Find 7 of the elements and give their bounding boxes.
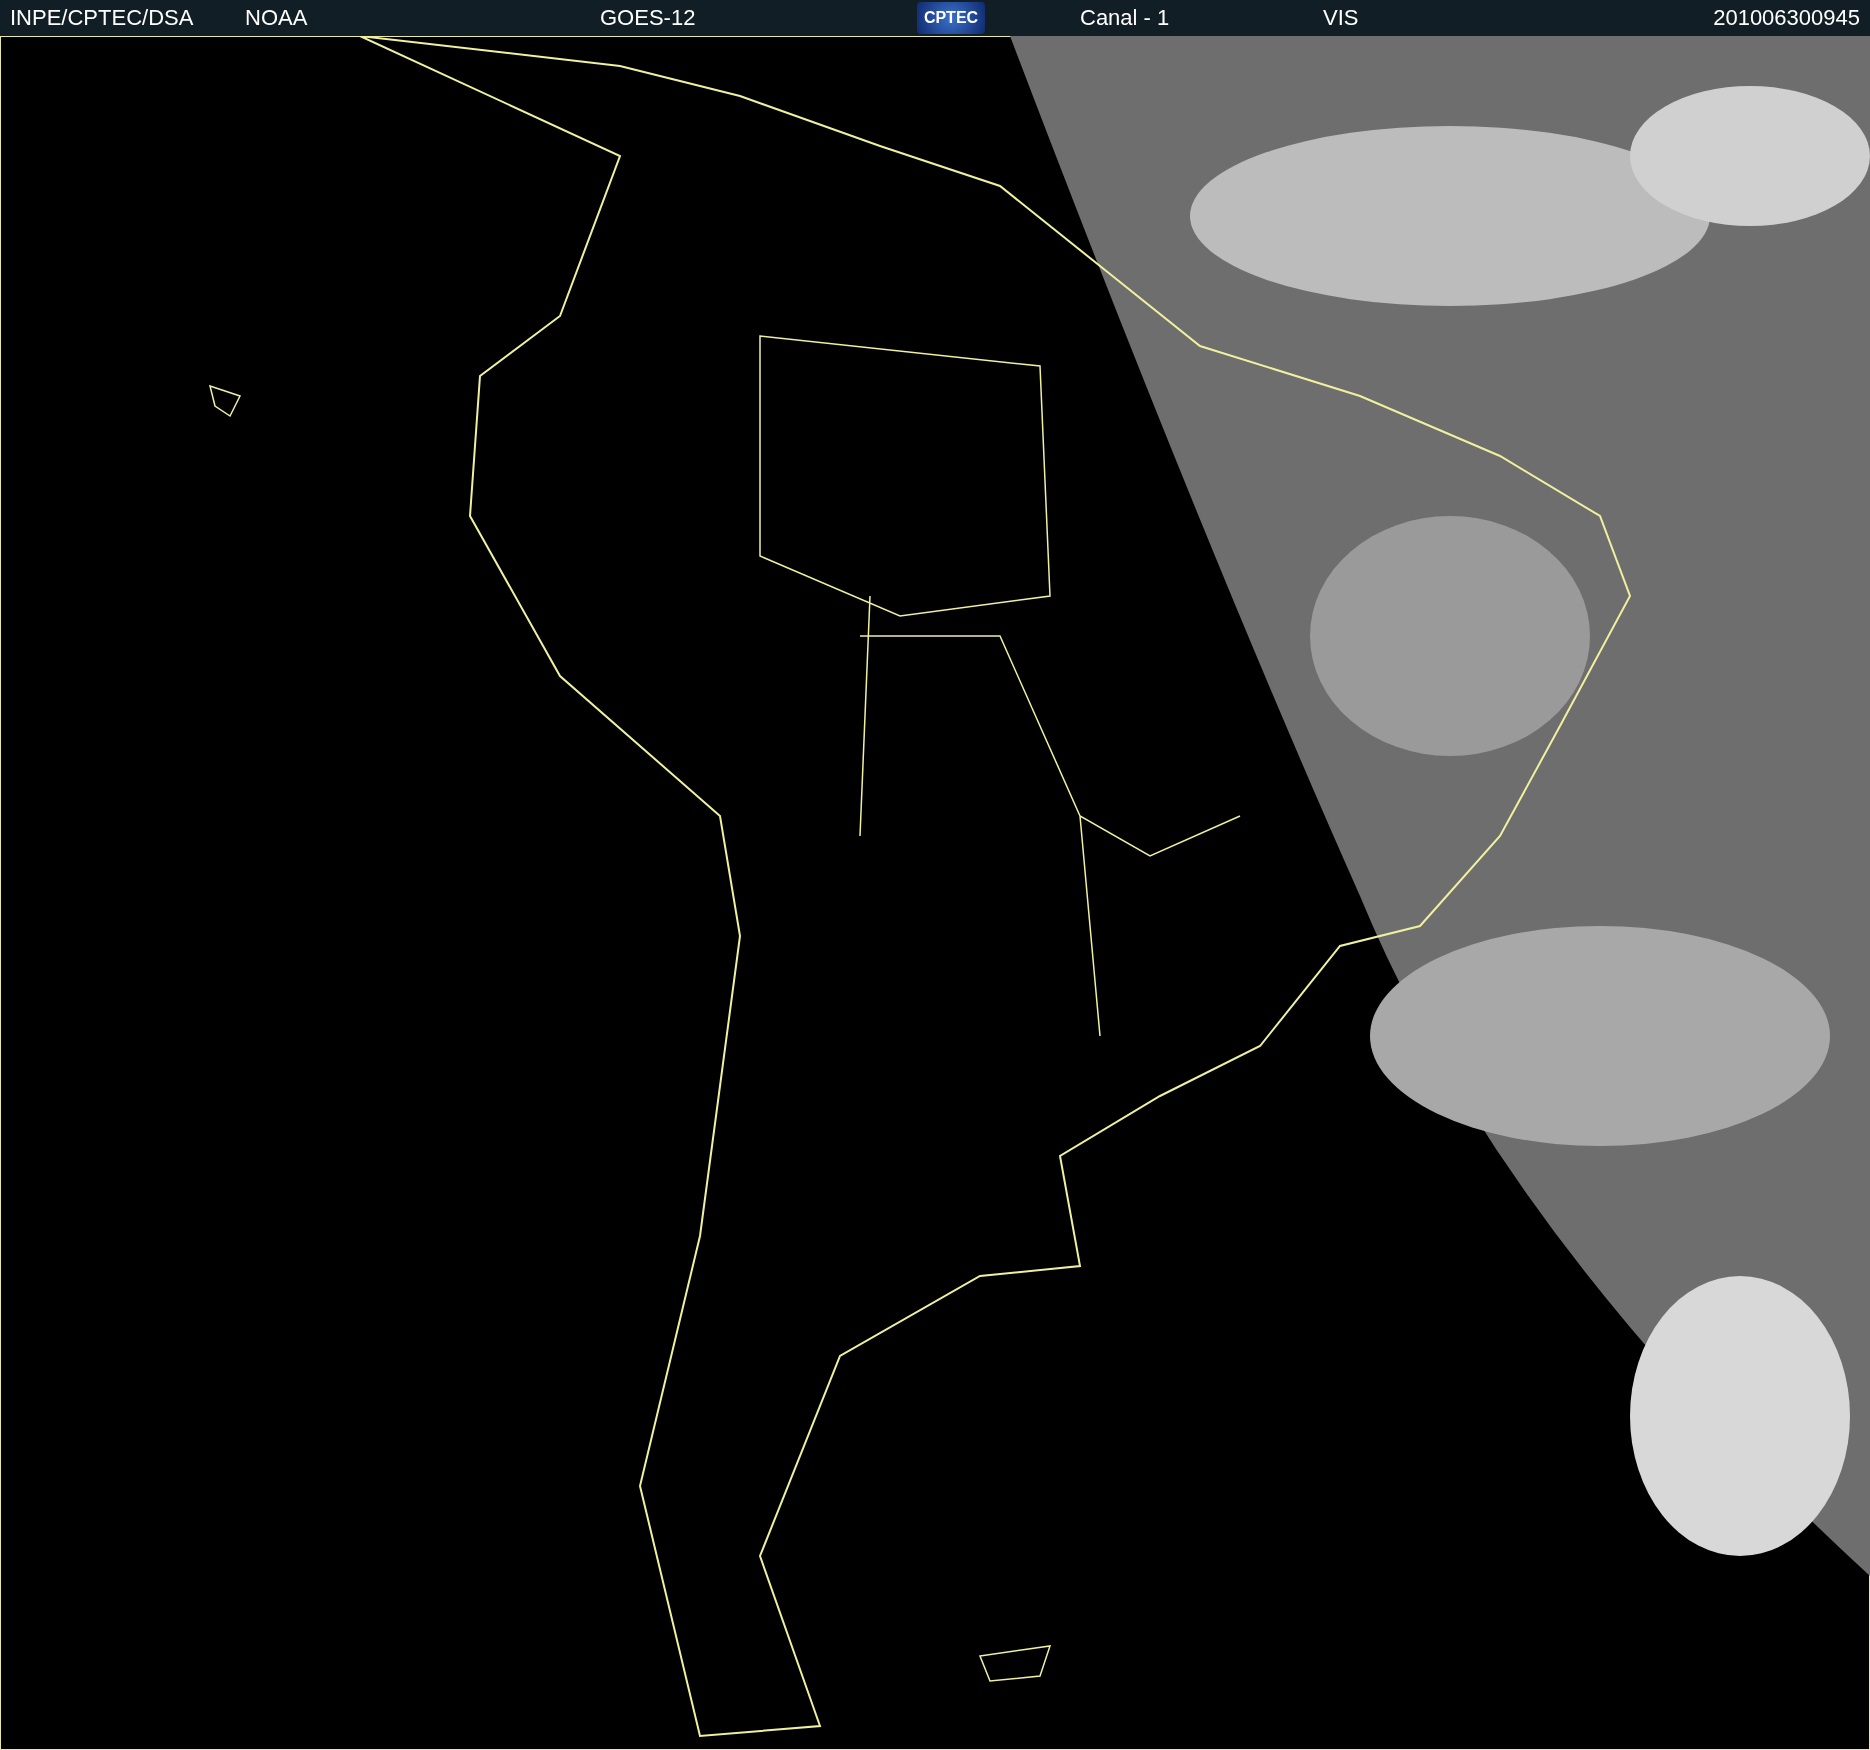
source-label: INPE/CPTEC/DSA (10, 5, 195, 31)
timestamp-label: 201006300945 (1713, 5, 1860, 31)
band-label: VIS (1323, 5, 1360, 31)
channel-label: Canal - 1 (1080, 5, 1171, 31)
agency-label: NOAA (245, 5, 309, 31)
satellite-label: GOES-12 (600, 5, 697, 31)
logo: CPTEC (917, 2, 985, 34)
